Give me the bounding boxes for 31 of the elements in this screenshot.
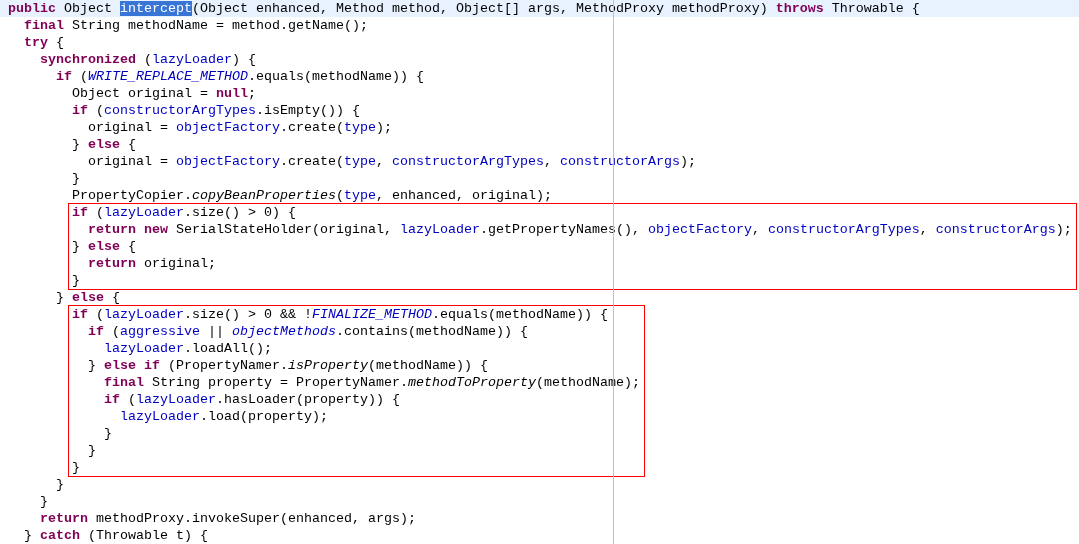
code-line: } else { xyxy=(55,289,121,306)
code-line: if (WRITE_REPLACE_METHOD.equals(methodName)) { xyxy=(55,68,425,85)
code-line: } else { xyxy=(71,136,137,153)
code-line: return new SerialStateHolder(original, lazyLoader.getPropertyNames(), objectFactory, constructorArgTypes, constructorArgs); xyxy=(87,221,1072,238)
code-line: } xyxy=(103,425,113,442)
code-line: if (lazyLoader.size() > 0) { xyxy=(72,204,297,221)
code-line: lazyLoader.loadAll(); xyxy=(103,340,273,357)
code-line: try { xyxy=(23,34,65,51)
code-line: } xyxy=(72,459,81,476)
code-line: original = objectFactory.create(type, constructorArgTypes, constructorArgs); xyxy=(86,153,697,170)
code-line: final String property = PropertyNamer.methodToProperty(methodName); xyxy=(103,374,640,391)
code-line: lazyLoader.load(property); xyxy=(119,408,329,425)
code-line: if (lazyLoader.size() > 0 && !FINALIZE_METHOD.equals(methodName)) { xyxy=(72,306,609,323)
code-line: } else { xyxy=(72,238,137,255)
code-line: } xyxy=(87,442,97,459)
code-line: if (aggressive || objectMethods.contains(methodName)) { xyxy=(87,323,529,340)
code-line: synchronized (lazyLoader) { xyxy=(39,51,257,68)
code-line: } xyxy=(71,170,81,187)
code-line: final String methodName = method.getName(); xyxy=(23,17,369,34)
code-line: } catch (Throwable t) { xyxy=(23,527,209,544)
code-line: if (constructorArgTypes.isEmpty()) { xyxy=(71,102,361,119)
code-line: } else if (PropertyNamer.isProperty(methodName)) { xyxy=(87,357,489,374)
code-line: original = objectFactory.create(type); xyxy=(86,119,393,136)
code-line: } xyxy=(55,476,65,493)
code-line: return original; xyxy=(87,255,217,272)
code-line: PropertyCopier.copyBeanProperties(type, enhanced, original); xyxy=(71,187,553,204)
code-line: Object original = null; xyxy=(71,85,257,102)
code-line: } xyxy=(39,493,49,510)
code-line: } xyxy=(72,272,81,289)
code-line: return methodProxy.invokeSuper(enhanced, args); xyxy=(39,510,417,527)
code-line: if (lazyLoader.hasLoader(property)) { xyxy=(103,391,401,408)
